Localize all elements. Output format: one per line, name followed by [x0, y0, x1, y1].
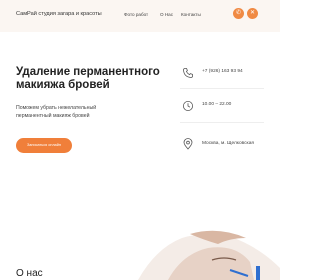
contacts-divider: [180, 122, 264, 123]
book-online-button[interactable]: Записаться онлайн: [16, 138, 72, 153]
whatsapp-button[interactable]: ✆: [233, 8, 244, 19]
contacts-divider: [180, 88, 264, 89]
site-header: СамРай студия загара и красоты Фото рабо…: [0, 0, 280, 32]
contact-address[interactable]: Москва, м. Щелковская: [202, 141, 254, 146]
phone-icon: [182, 66, 194, 78]
clock-icon: [182, 99, 194, 111]
hero-subtitle: Поможем убрать нежелательный перманентны…: [16, 105, 97, 119]
contact-hours: 10.00 – 22.00: [202, 102, 232, 107]
hero-title: Удаление перманентного макияжа бровей: [16, 66, 160, 91]
site-logo[interactable]: СамРай студия загара и красоты: [16, 11, 102, 17]
nav-item-about[interactable]: О Нас: [160, 12, 173, 17]
close-button[interactable]: ✕: [247, 8, 258, 19]
about-section-title: О нас: [16, 268, 43, 279]
close-icon: ✕: [249, 10, 256, 16]
location-icon: [182, 137, 194, 150]
contact-phone[interactable]: +7 (926) 163 93 94: [202, 69, 243, 74]
nav-item-photo-works[interactable]: Фото работ: [124, 12, 148, 17]
whatsapp-icon: ✆: [235, 10, 242, 16]
nav-item-contacts[interactable]: Контакты: [181, 12, 201, 17]
about-photo: [138, 230, 280, 280]
